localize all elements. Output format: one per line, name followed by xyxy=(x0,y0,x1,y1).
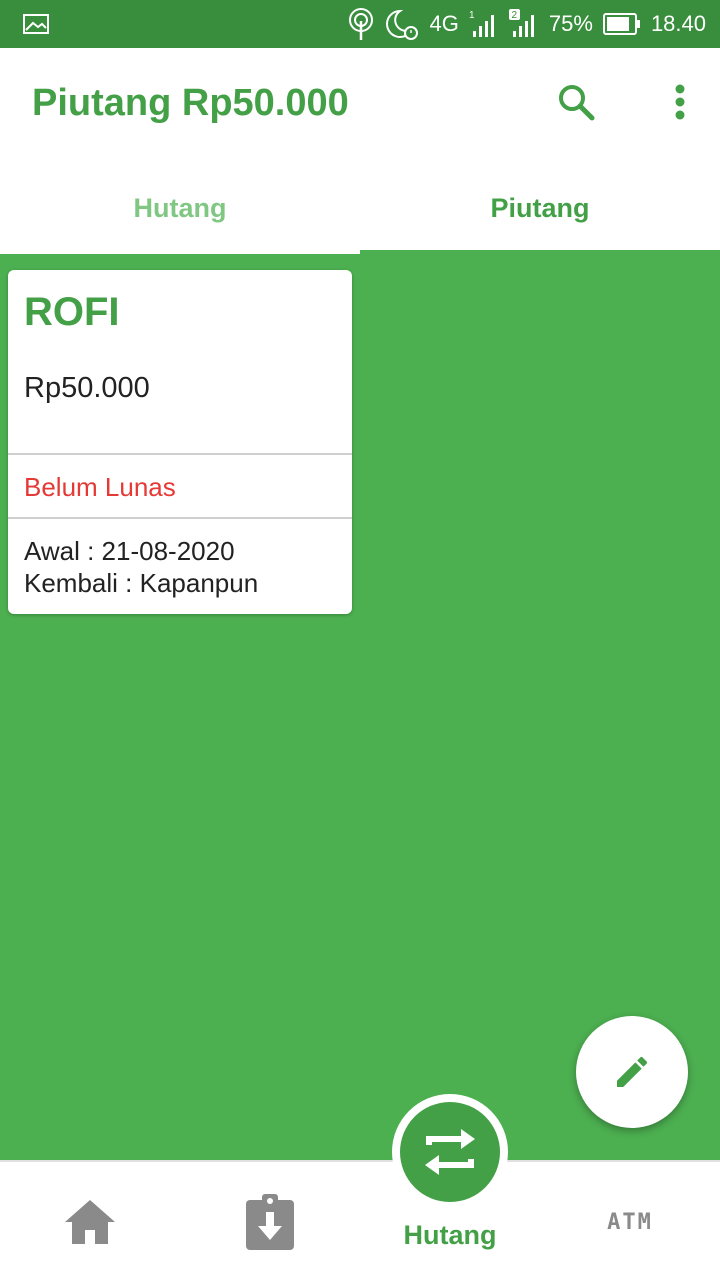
nav-home-button[interactable] xyxy=(40,1162,140,1280)
more-vert-icon xyxy=(675,84,685,120)
card-amount: Rp50.000 xyxy=(24,372,150,404)
debt-card[interactable]: ROFI Rp50.000 Belum Lunas Awal : 21-08-2… xyxy=(8,270,352,614)
card-divider xyxy=(8,453,352,455)
nav-atm-button[interactable]: ATM xyxy=(580,1162,680,1280)
status-bar: 4G 1 2 75% 18.40 xyxy=(0,0,720,48)
do-not-disturb-alarm-icon xyxy=(384,7,420,41)
content-strip xyxy=(0,254,360,262)
nav-hutang-label: Hutang xyxy=(403,1220,497,1250)
tab-piutang[interactable]: Piutang xyxy=(360,162,720,254)
tab-indicator xyxy=(360,250,720,254)
svg-text:1: 1 xyxy=(469,10,475,21)
atm-icon: ATM xyxy=(607,1209,653,1235)
page-title: Piutang Rp50.000 xyxy=(32,82,349,124)
home-icon xyxy=(65,1200,115,1244)
battery-icon xyxy=(602,12,641,36)
nav-center-circle xyxy=(400,1102,500,1202)
hotspot-icon xyxy=(348,7,374,41)
card-name: ROFI xyxy=(24,290,120,334)
card-start-date: Awal : 21-08-2020 xyxy=(24,536,235,566)
card-divider xyxy=(8,517,352,519)
nav-hutang-button[interactable] xyxy=(392,1094,508,1210)
bottom-navigation: ATM xyxy=(0,1160,720,1280)
nav-download-button[interactable] xyxy=(220,1162,320,1280)
tab-hutang[interactable]: Hutang xyxy=(0,162,360,254)
edit-icon xyxy=(617,1056,648,1087)
search-button[interactable] xyxy=(552,78,600,126)
image-notification-icon xyxy=(22,12,50,36)
download-clipboard-icon xyxy=(246,1194,294,1250)
signal-sim2-icon: 2 xyxy=(508,9,539,39)
clock: 18.40 xyxy=(650,11,706,36)
battery-percent: 75% xyxy=(548,11,593,36)
app-bar: Piutang Rp50.000 xyxy=(0,48,720,162)
tab-bar: Hutang Piutang xyxy=(0,162,720,254)
edit-fab-button[interactable] xyxy=(576,1016,688,1128)
swap-icon xyxy=(425,1129,475,1175)
svg-text:2: 2 xyxy=(511,10,517,21)
card-return-date: Kembali : Kapanpun xyxy=(24,568,259,598)
more-options-button[interactable] xyxy=(656,78,704,126)
network-type: 4G xyxy=(429,11,459,36)
status-badge: Belum Lunas xyxy=(24,472,176,502)
signal-sim1-icon: 1 xyxy=(469,9,499,39)
search-icon xyxy=(559,85,595,121)
